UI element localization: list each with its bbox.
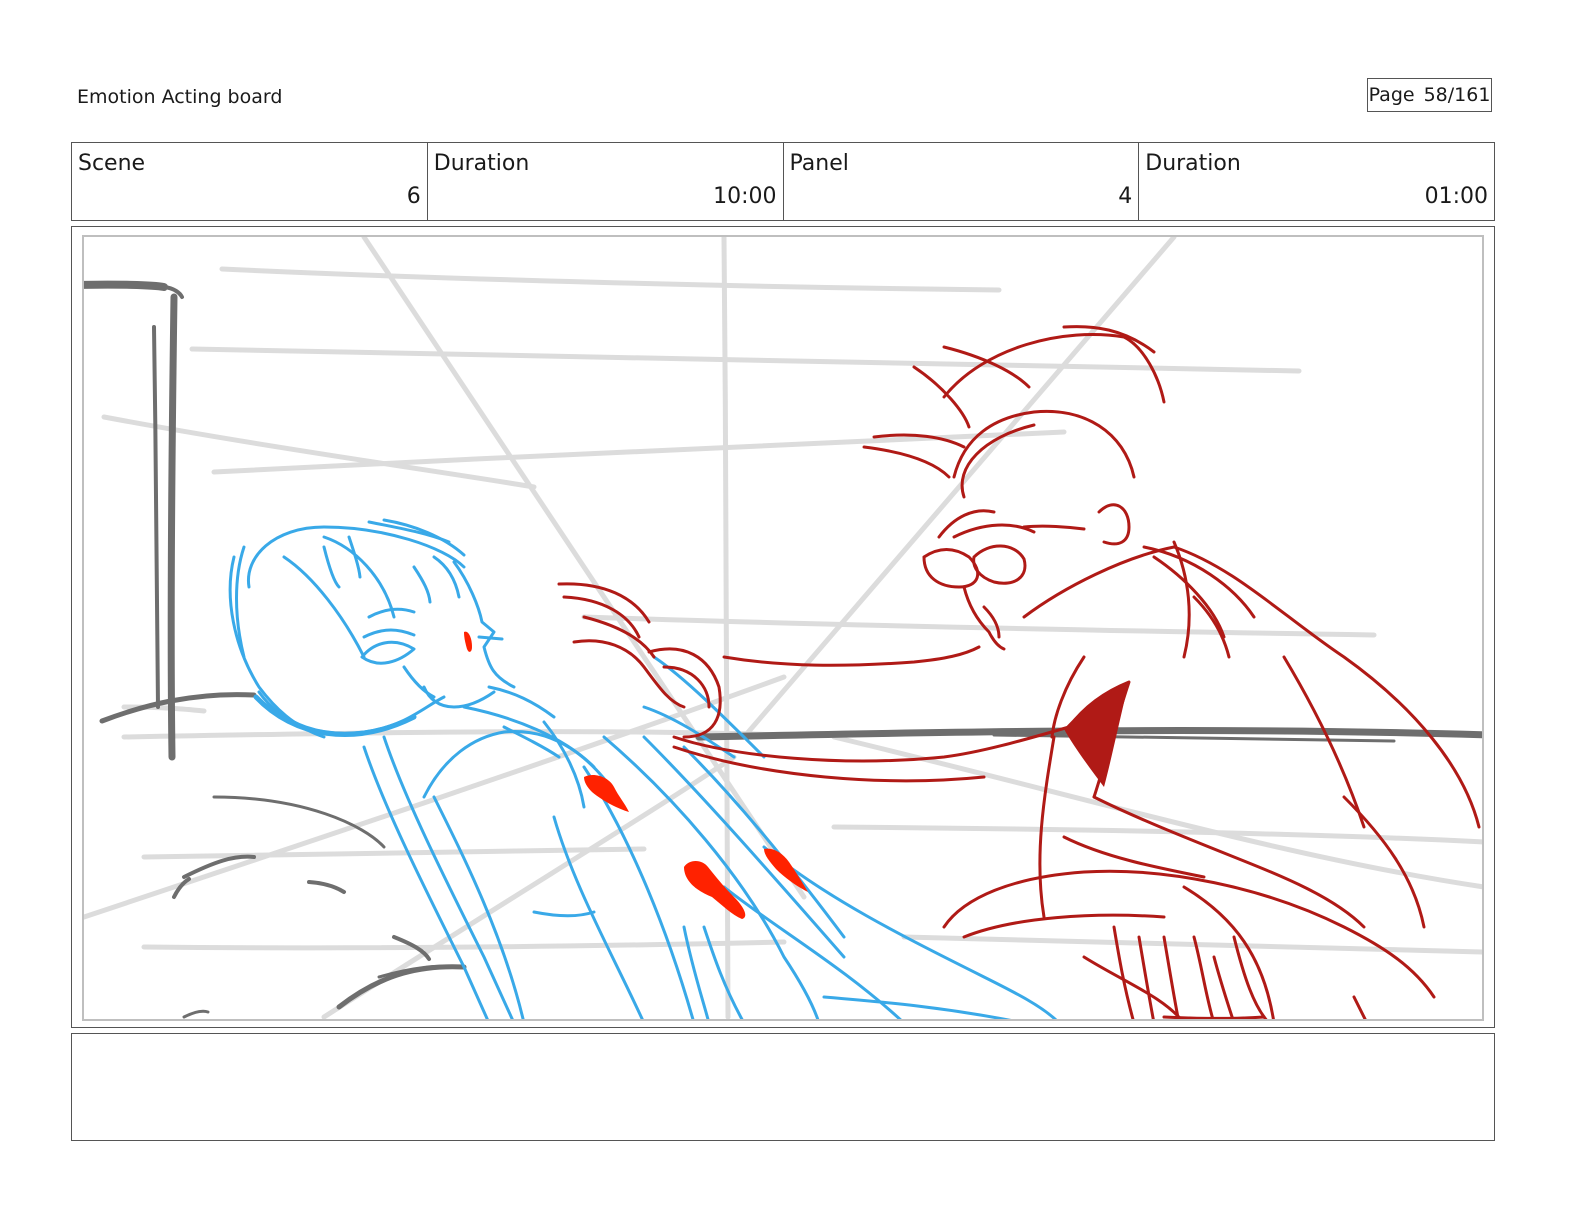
page-number: 58/161 <box>1423 84 1491 106</box>
scene-value: 6 <box>406 184 421 209</box>
storyboard-panel-frame <box>71 226 1495 1028</box>
page-label: Page <box>1368 84 1415 106</box>
storyboard-panel <box>82 235 1484 1021</box>
panel-cell: Panel 4 <box>784 143 1140 220</box>
panel-duration-cell: Duration 01:00 <box>1139 143 1494 220</box>
scene-duration-label: Duration <box>433 151 530 176</box>
info-bar: Scene 6 Duration 10:00 Panel 4 Duration … <box>71 142 1495 221</box>
sketch-drawing <box>84 237 1482 1019</box>
scene-cell: Scene 6 <box>72 143 428 220</box>
scene-label: Scene <box>78 151 146 176</box>
scene-duration-value: 10:00 <box>713 184 777 209</box>
scene-duration-cell: Duration 10:00 <box>428 143 784 220</box>
notes-box[interactable] <box>71 1033 1495 1141</box>
panel-duration-label: Duration <box>1145 151 1241 176</box>
attacker-character-sketch <box>557 325 1481 1019</box>
page-indicator: Page 58/161 <box>1367 78 1492 112</box>
panel-value: 4 <box>1118 184 1133 209</box>
board-title: Emotion Acting board <box>77 86 283 108</box>
panel-label: Panel <box>789 151 849 176</box>
structure-lines <box>84 280 1482 1019</box>
panel-duration-value: 01:00 <box>1424 184 1488 209</box>
